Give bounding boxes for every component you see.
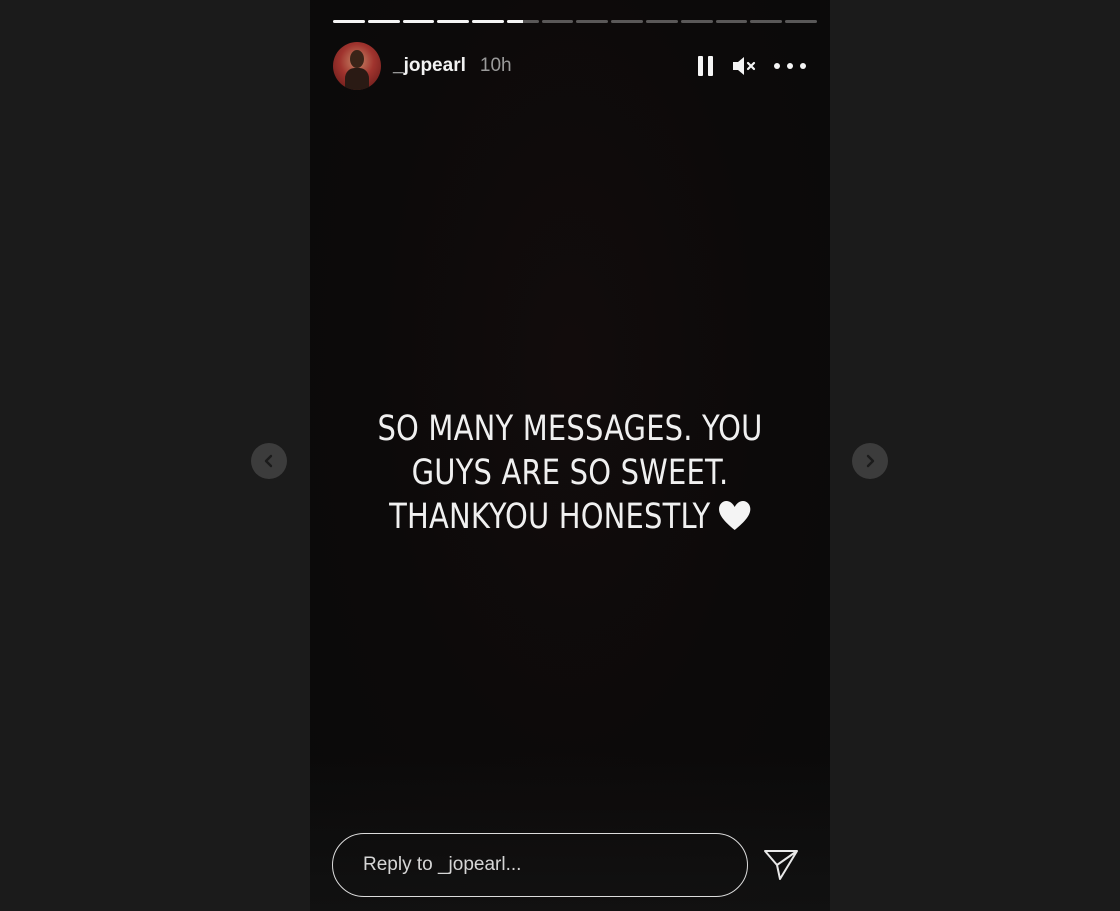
progress-segment-fill [437,20,470,23]
story-timestamp: 10h [479,55,512,76]
pause-icon [698,56,713,76]
progress-segment [611,20,644,23]
story-header: _jopearl 10h [333,42,807,90]
story-viewer-page: _jopearl 10h SO MANY MESSAGES. YOU GUYS … [0,0,1120,911]
story-controls [695,54,807,78]
progress-segment-fill [333,20,365,23]
progress-segment [333,20,365,23]
progress-segment [646,20,678,23]
mute-button[interactable] [731,54,759,78]
progress-segment [472,20,504,23]
more-options-button[interactable] [773,61,807,71]
reply-bar [332,833,808,897]
progress-segment [680,20,713,23]
pause-button[interactable] [695,54,717,78]
send-icon [764,850,798,880]
progress-segment [576,20,609,23]
story-frame[interactable]: _jopearl 10h SO MANY MESSAGES. YOU GUYS … [310,0,830,911]
white-heart-icon [718,501,750,530]
progress-segment [437,20,470,23]
progress-segment [402,20,435,23]
message-line: THANKYOU HONESTLY [389,497,711,537]
next-story-button[interactable] [852,443,888,479]
progress-segment [506,20,539,23]
story-progress-bar [333,20,817,23]
chevron-right-icon [866,454,875,468]
send-button[interactable] [762,846,800,884]
progress-segment [541,20,574,23]
message-line-with-emoji: THANKYOU HONESTLY [331,495,809,539]
muted-speaker-icon [733,57,756,75]
avatar[interactable] [333,42,381,90]
progress-segment-fill [367,20,400,23]
message-line: GUYS ARE SO SWEET. [411,453,729,493]
progress-segment-fill [506,20,523,23]
chevron-left-icon [264,454,273,468]
story-message: SO MANY MESSAGES. YOU GUYS ARE SO SWEET.… [331,407,809,539]
progress-segment-fill [472,20,504,23]
reply-input[interactable] [332,833,748,897]
progress-segment [715,20,748,23]
more-options-icon [774,63,806,69]
message-line: SO MANY MESSAGES. YOU [377,409,763,449]
progress-segment [367,20,400,23]
progress-segment [750,20,783,23]
progress-segment [785,20,817,23]
story-username[interactable]: _jopearl [393,55,466,77]
progress-segment-fill [402,20,435,23]
previous-story-button[interactable] [251,443,287,479]
